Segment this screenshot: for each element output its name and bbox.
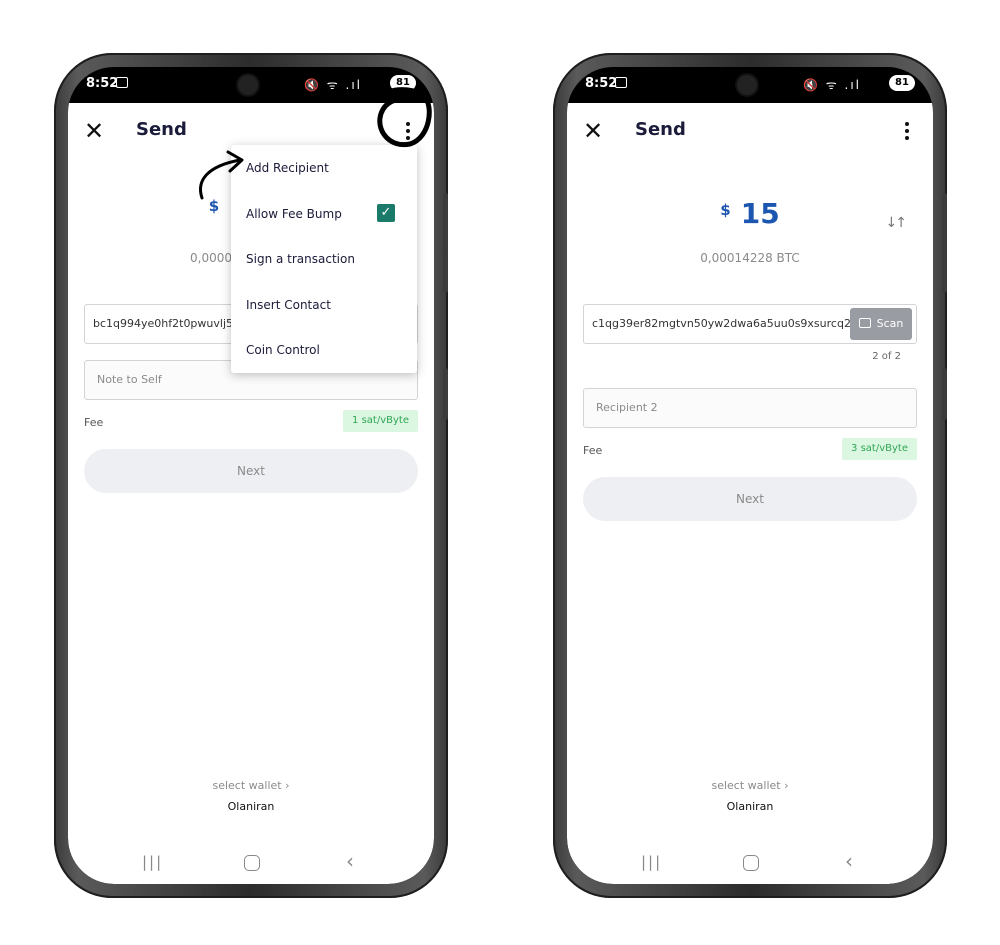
screen-record-icon (116, 77, 128, 88)
signal-icons: 🔇 ᯤ .ıl (802, 78, 861, 92)
front-camera (737, 75, 757, 95)
swap-currency-icon[interactable]: ↓↑ (886, 215, 908, 231)
phone-left: 8:52 🔇 ᯤ .ıl 81 ✕ Send $ 0,0000 bc1q994y… (54, 53, 448, 898)
fee-label: Fee (583, 444, 603, 457)
menu-item-add-recipient[interactable]: Add Recipient (246, 161, 329, 175)
options-menu: Add Recipient Allow Fee Bump ✓ Sign a tr… (231, 145, 417, 373)
screen-record-icon (615, 77, 627, 88)
menu-item-allow-fee-bump[interactable]: Allow Fee Bump (246, 207, 342, 221)
front-camera (238, 75, 258, 95)
select-wallet-label: select wallet (711, 779, 781, 792)
android-nav-bar: ||| ‹ (68, 847, 434, 877)
top-bar: ✕ Send (567, 103, 933, 159)
battery-icon: 81 (889, 75, 915, 91)
fee-rate-badge[interactable]: 3 sat/vByte (842, 438, 917, 460)
fee-bump-checkbox[interactable]: ✓ (377, 204, 395, 222)
next-button[interactable]: Next (84, 449, 418, 493)
scan-button[interactable]: Scan (850, 308, 912, 340)
scan-label: Scan (876, 317, 904, 330)
android-nav-bar: ||| ‹ (567, 847, 933, 877)
more-options-icon[interactable] (396, 119, 420, 143)
select-wallet-label: select wallet (212, 779, 282, 792)
menu-item-insert-contact[interactable]: Insert Contact (246, 298, 331, 312)
menu-item-coin-control[interactable]: Coin Control (246, 343, 320, 357)
address-value: c1qg39er82mgtvn50yw2dwa6a5uu0s9xsurcq2zg… (592, 317, 871, 330)
status-bar: 8:52 🔇 ᯤ .ıl 81 (68, 67, 434, 103)
next-button[interactable]: Next (583, 477, 917, 521)
chevron-right-icon: › (784, 779, 789, 792)
screen: 8:52 🔇 ᯤ .ıl 81 ✕ Send $15 ↓↑ 0,00014228… (567, 67, 933, 884)
menu-item-sign-transaction[interactable]: Sign a transaction (246, 252, 355, 266)
recent-apps-icon[interactable]: ||| (641, 853, 662, 871)
power-button (443, 368, 448, 420)
amount-display[interactable]: $15 (567, 197, 933, 230)
amount-value: 15 (740, 197, 780, 230)
scan-icon (858, 318, 871, 328)
recipient-counter: 2 of 2 (872, 351, 901, 362)
power-button (942, 368, 947, 420)
recipient-input[interactable]: Recipient 2 (583, 388, 917, 428)
phone-right: 8:52 🔇 ᯤ .ıl 81 ✕ Send $15 ↓↑ 0,00014228… (553, 53, 947, 898)
close-icon[interactable]: ✕ (82, 119, 106, 143)
home-icon[interactable] (743, 855, 759, 871)
more-options-icon[interactable] (895, 119, 919, 143)
page-title: Send (635, 119, 686, 140)
fee-rate-badge[interactable]: 1 sat/vByte (343, 410, 418, 432)
currency-symbol: $ (208, 197, 220, 215)
back-icon[interactable]: ‹ (845, 849, 853, 873)
page-title: Send (136, 119, 187, 140)
battery-icon: 81 (390, 75, 416, 91)
chevron-right-icon: › (285, 779, 290, 792)
send-screen: ✕ Send $ 0,0000 bc1q994ye0hf2t0pwuvlj553… (68, 103, 434, 884)
back-icon[interactable]: ‹ (346, 849, 354, 873)
status-bar: 8:52 🔇 ᯤ .ıl 81 (567, 67, 933, 103)
btc-amount: 0,00014228 BTC (700, 251, 800, 265)
wallet-name: Olaniran (227, 800, 275, 813)
recent-apps-icon[interactable]: ||| (142, 853, 163, 871)
status-time: 8:52 (585, 76, 618, 91)
status-time: 8:52 (86, 76, 119, 91)
wallet-name: Olaniran (726, 800, 774, 813)
select-wallet-link[interactable]: select wallet › (567, 779, 933, 792)
select-wallet-link[interactable]: select wallet › (68, 779, 434, 792)
fee-label: Fee (84, 416, 104, 429)
volume-button (942, 193, 947, 293)
screen: 8:52 🔇 ᯤ .ıl 81 ✕ Send $ 0,0000 bc1q994y… (68, 67, 434, 884)
address-input[interactable]: c1qg39er82mgtvn50yw2dwa6a5uu0s9xsurcq2zg… (583, 304, 917, 344)
signal-icons: 🔇 ᯤ .ıl (303, 78, 362, 92)
home-icon[interactable] (244, 855, 260, 871)
close-icon[interactable]: ✕ (581, 119, 605, 143)
currency-symbol: $ (720, 201, 731, 219)
volume-button (443, 193, 448, 293)
send-screen: ✕ Send $15 ↓↑ 0,00014228 BTC c1qg39er82m… (567, 103, 933, 884)
